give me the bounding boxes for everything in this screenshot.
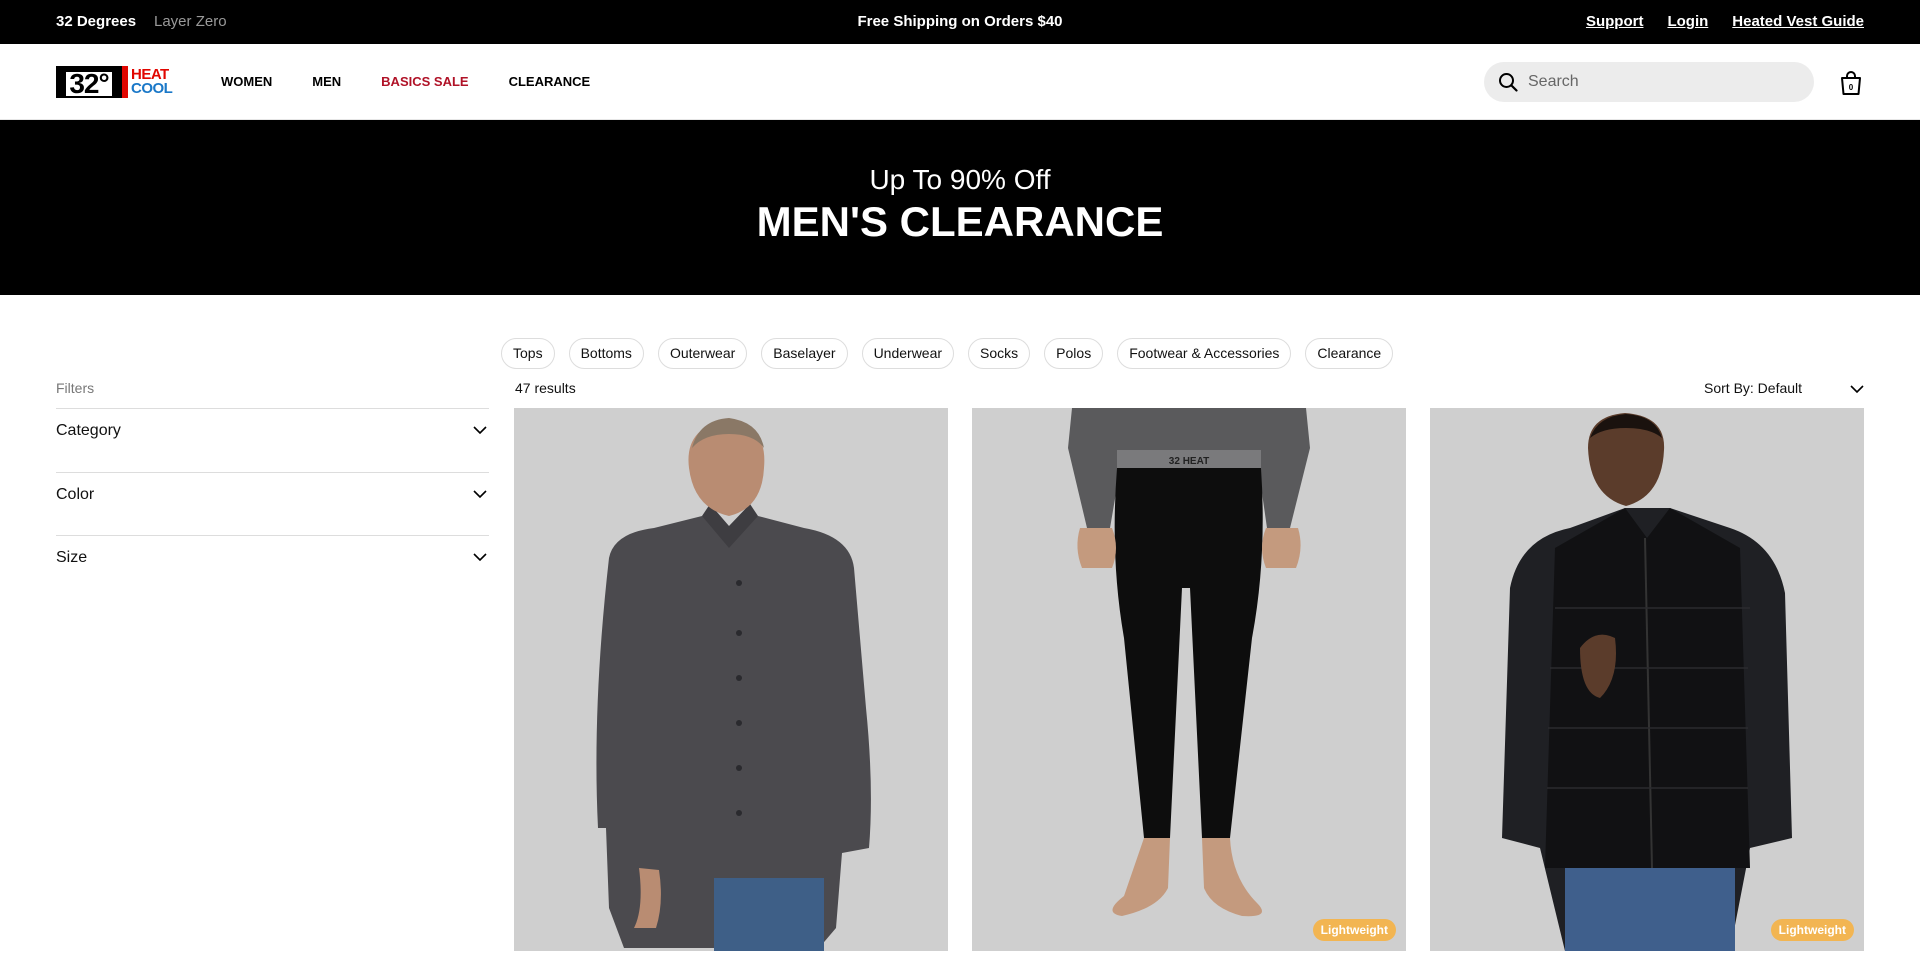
nav-women[interactable]: WOMEN bbox=[221, 74, 272, 89]
logo-red-strip bbox=[122, 66, 128, 98]
chip-footwear-accessories[interactable]: Footwear & Accessories bbox=[1117, 338, 1292, 369]
filter-label: Size bbox=[56, 549, 88, 566]
chevron-down-icon bbox=[473, 490, 487, 499]
chevron-down-icon bbox=[473, 426, 487, 435]
filter-category[interactable]: Category bbox=[56, 408, 489, 472]
announcement-bar: 32 Degrees Layer Zero Free Shipping on O… bbox=[0, 0, 1920, 44]
product-card[interactable]: Lightweight bbox=[1430, 408, 1864, 951]
filter-color[interactable]: Color bbox=[56, 472, 489, 536]
utility-links: Support Login Heated Vest Guide bbox=[1586, 13, 1864, 30]
product-card[interactable] bbox=[514, 408, 948, 951]
main-nav: WOMEN MEN BASICS SALE CLEARANCE bbox=[221, 74, 590, 89]
nav-men[interactable]: MEN bbox=[312, 74, 341, 89]
product-image-black-vest bbox=[1430, 408, 1864, 951]
chip-bottoms[interactable]: Bottoms bbox=[568, 338, 644, 369]
product-image-black-leggings: 32 HEAT bbox=[972, 408, 1406, 951]
chip-socks[interactable]: Socks bbox=[968, 338, 1031, 369]
chevron-down-icon bbox=[1850, 385, 1864, 394]
shopping-bag-icon[interactable]: 0 bbox=[1838, 70, 1864, 96]
chip-polos[interactable]: Polos bbox=[1044, 338, 1104, 369]
logo-degree-mark: 32° bbox=[56, 66, 122, 98]
login-link[interactable]: Login bbox=[1667, 13, 1708, 30]
results-count: 47 results bbox=[515, 380, 576, 396]
category-chips: Tops Bottoms Outerwear Baselayer Underwe… bbox=[501, 338, 1394, 369]
sort-dropdown[interactable]: Sort By: Default bbox=[1704, 380, 1864, 396]
filter-label: Category bbox=[56, 422, 121, 439]
sort-label: Sort By: Default bbox=[1704, 380, 1803, 396]
search-input[interactable] bbox=[1528, 73, 1788, 91]
chip-outerwear[interactable]: Outerwear bbox=[657, 338, 748, 369]
heated-vest-guide-link[interactable]: Heated Vest Guide bbox=[1732, 13, 1864, 30]
support-link[interactable]: Support bbox=[1586, 13, 1644, 30]
logo[interactable]: 32° HEAT COOL bbox=[56, 66, 182, 98]
site-header: 32° HEAT COOL WOMEN MEN BASICS SALE CLEA… bbox=[0, 44, 1920, 120]
hero-banner: Up To 90% Off MEN'S CLEARANCE bbox=[0, 120, 1920, 295]
svg-text:0: 0 bbox=[1849, 83, 1854, 92]
product-image-grey-shirt bbox=[514, 408, 948, 951]
chip-baselayer[interactable]: Baselayer bbox=[761, 338, 848, 369]
page-title: MEN'S CLEARANCE bbox=[756, 198, 1164, 245]
product-badge: Lightweight bbox=[1770, 919, 1854, 941]
chip-tops[interactable]: Tops bbox=[501, 338, 555, 369]
nav-clearance[interactable]: CLEARANCE bbox=[509, 74, 591, 89]
chip-underwear[interactable]: Underwear bbox=[861, 338, 955, 369]
waistband-text: 32 HEAT bbox=[1169, 456, 1209, 467]
search-icon bbox=[1499, 73, 1518, 92]
filter-label: Color bbox=[56, 486, 95, 503]
chip-clearance[interactable]: Clearance bbox=[1305, 338, 1394, 369]
nav-basics-sale[interactable]: BASICS SALE bbox=[381, 74, 468, 89]
filters-heading: Filters bbox=[56, 380, 95, 396]
chevron-down-icon bbox=[473, 553, 487, 562]
product-badge: Lightweight bbox=[1312, 919, 1396, 941]
filter-size[interactable]: Size bbox=[56, 535, 489, 599]
search-bar[interactable] bbox=[1484, 62, 1814, 102]
logo-heat-cool: HEAT COOL bbox=[131, 66, 173, 97]
hero-subtitle: Up To 90% Off bbox=[869, 164, 1051, 195]
product-card[interactable]: 32 HEAT Lightweight bbox=[972, 408, 1406, 951]
